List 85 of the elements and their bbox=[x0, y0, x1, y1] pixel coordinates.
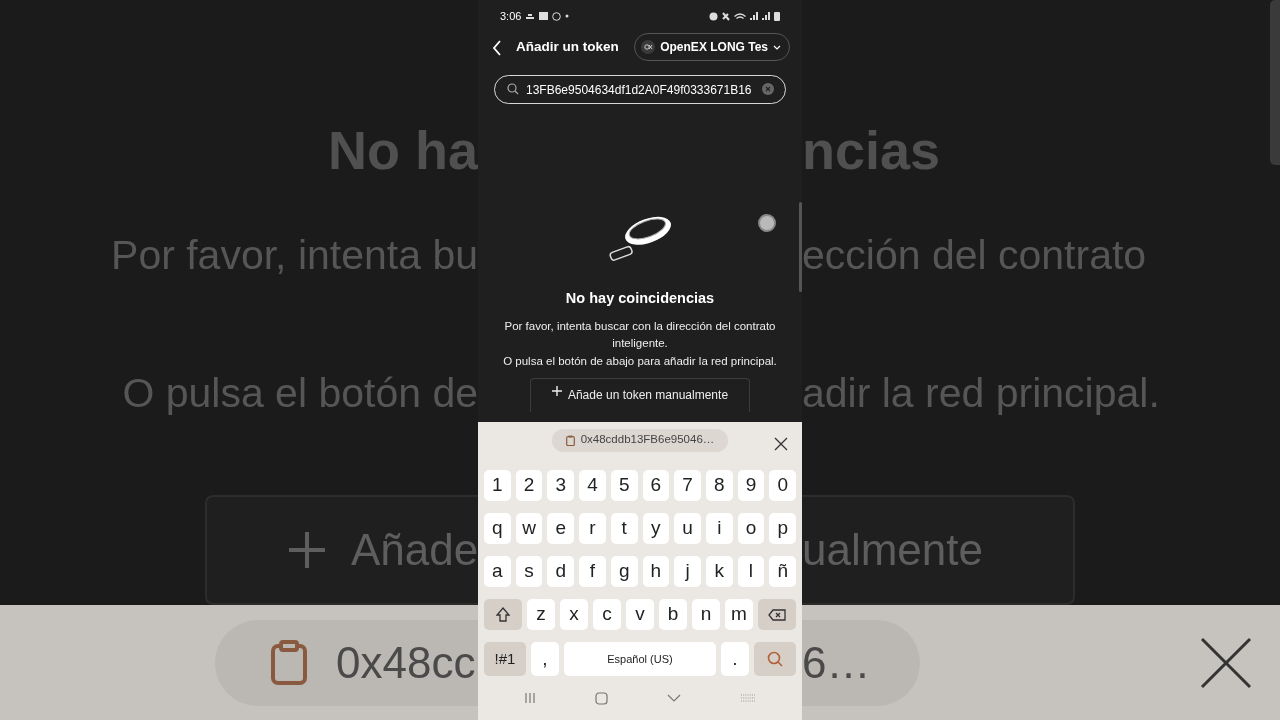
key[interactable]: y bbox=[642, 513, 670, 544]
key[interactable]: . bbox=[721, 642, 749, 676]
key[interactable]: l bbox=[737, 556, 765, 587]
key[interactable]: d bbox=[547, 556, 575, 587]
key[interactable]: p bbox=[769, 513, 797, 544]
key[interactable]: u bbox=[674, 513, 701, 544]
clipboard-icon bbox=[565, 434, 575, 446]
key[interactable]: c bbox=[593, 599, 621, 630]
key[interactable]: e bbox=[547, 513, 575, 544]
add-token-button[interactable]: Añade un token manualmente bbox=[530, 378, 750, 413]
wifi-icon bbox=[734, 12, 746, 20]
battery-icon bbox=[774, 11, 780, 21]
backspace-key[interactable] bbox=[758, 599, 796, 630]
page-title: Añadir un token bbox=[516, 37, 619, 56]
key[interactable]: 4 bbox=[579, 470, 606, 501]
key[interactable]: 5 bbox=[610, 470, 638, 501]
empty-message: O pulsa el botón de abajo para añadir la red principal. bbox=[502, 353, 778, 369]
status-time: 3:06 bbox=[500, 8, 522, 24]
close-icon bbox=[774, 436, 788, 451]
button-text: ualmente bbox=[802, 524, 983, 576]
touch-indicator bbox=[758, 214, 776, 232]
chevron-down-icon bbox=[773, 44, 781, 50]
key[interactable]: k bbox=[705, 556, 733, 587]
signal-icon bbox=[750, 12, 758, 20]
key[interactable]: h bbox=[642, 556, 670, 587]
key[interactable]: 3 bbox=[547, 470, 575, 501]
mute-icon bbox=[722, 11, 730, 21]
search-icon bbox=[507, 83, 519, 95]
message-text: ección del contrato bbox=[802, 231, 1147, 280]
key[interactable]: r bbox=[579, 513, 606, 544]
key[interactable]: m bbox=[725, 599, 753, 630]
key[interactable]: z bbox=[527, 599, 555, 630]
home-icon[interactable] bbox=[594, 691, 608, 705]
chevron-down-icon[interactable] bbox=[667, 694, 682, 702]
key[interactable]: w bbox=[515, 513, 543, 544]
key[interactable]: 8 bbox=[705, 470, 733, 501]
dot-icon bbox=[565, 14, 570, 18]
key[interactable]: b bbox=[659, 599, 687, 630]
key[interactable]: 7 bbox=[674, 470, 701, 501]
key[interactable]: s bbox=[515, 556, 543, 587]
clipboard-text: 6… bbox=[802, 636, 871, 689]
recent-apps-icon[interactable] bbox=[523, 692, 536, 704]
search-icon bbox=[767, 651, 783, 667]
key[interactable]: g bbox=[610, 556, 638, 587]
clipboard-text: 0x48cc bbox=[336, 636, 476, 689]
back-icon bbox=[492, 39, 502, 56]
key[interactable]: ñ bbox=[769, 556, 797, 587]
clipboard-suggestion[interactable]: 0x48cddb13FB6e95046… bbox=[551, 428, 729, 452]
key[interactable]: 1 bbox=[484, 470, 511, 501]
key[interactable]: 2 bbox=[515, 470, 543, 501]
empty-title: No hay coincidencias bbox=[565, 289, 715, 308]
plus-icon bbox=[551, 386, 562, 397]
button-text: Añade bbox=[351, 524, 478, 576]
key[interactable]: a bbox=[484, 556, 511, 587]
key[interactable]: x bbox=[560, 599, 588, 630]
message-text: adir la red principal. bbox=[802, 369, 1160, 418]
clear-icon[interactable] bbox=[762, 83, 774, 95]
shift-key[interactable] bbox=[484, 599, 522, 630]
space-key[interactable]: Español (US) bbox=[564, 642, 716, 676]
key[interactable]: 6 bbox=[642, 470, 670, 501]
key[interactable]: v bbox=[626, 599, 654, 630]
key[interactable]: 0 bbox=[769, 470, 797, 501]
signal-icon bbox=[762, 12, 770, 20]
symbols-key[interactable]: !#1 bbox=[484, 642, 526, 676]
close-icon bbox=[1200, 636, 1252, 689]
search-key[interactable] bbox=[754, 642, 796, 676]
key[interactable]: t bbox=[610, 513, 638, 544]
key[interactable]: , bbox=[531, 642, 559, 676]
key[interactable]: i bbox=[705, 513, 733, 544]
shift-icon bbox=[496, 607, 510, 622]
key[interactable]: f bbox=[579, 556, 606, 587]
backspace-icon bbox=[768, 608, 786, 621]
search-field[interactable]: 13FB6e9504634df1d2A0F49f0333671B16 bbox=[494, 75, 786, 104]
network-logo-icon bbox=[641, 40, 656, 54]
key[interactable]: o bbox=[737, 513, 765, 544]
key[interactable]: n bbox=[692, 599, 720, 630]
alarm-icon bbox=[709, 11, 718, 21]
plus-icon bbox=[287, 530, 327, 570]
key[interactable]: q bbox=[484, 513, 511, 544]
clipboard-icon bbox=[270, 639, 308, 686]
message-text: O pulsa el botón de bbox=[122, 369, 478, 418]
message-text: Por favor, intenta bu bbox=[111, 231, 478, 280]
key[interactable]: 9 bbox=[737, 470, 765, 501]
empty-message: Por favor, intenta buscar con la dirección del contrato inteligente. bbox=[503, 318, 777, 352]
key[interactable]: j bbox=[674, 556, 701, 587]
